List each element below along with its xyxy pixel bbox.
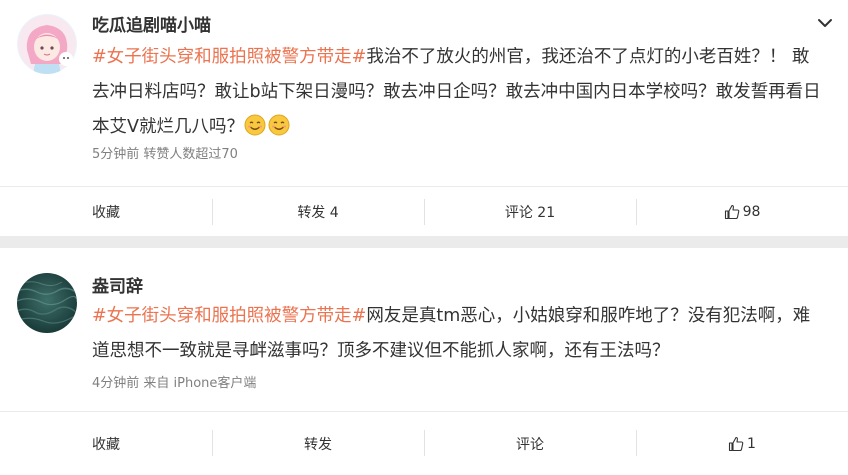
comment-button[interactable]: 评论 (424, 412, 636, 475)
post-meta: 5分钟前 转赞人数超过70 (92, 147, 238, 162)
thumbs-up-icon (728, 436, 744, 451)
like-count: 98 (742, 204, 761, 220)
post-card: 吃瓜追剧喵小喵 #女子街头穿和服拍照被警方带走#我治不了放火的州官，我还治不了点… (0, 0, 848, 236)
comment-label: 评论 21 (504, 205, 556, 221)
action-bar: 收藏 转发 4 评论 21 98 (0, 187, 848, 237)
thumbs-up-icon (724, 204, 739, 220)
post-text: #女子街头穿和服拍照被警方带走#网友是真tm恶心，小姑娘穿和服咋地了？没有犯法啊… (92, 299, 822, 369)
chevron-down-icon[interactable] (816, 14, 834, 32)
like-button[interactable]: 98 (636, 187, 848, 237)
favorite-button[interactable]: 收藏 (0, 187, 212, 237)
hashtag-link[interactable]: #女子街头穿和服拍照被警方带走# (92, 47, 366, 67)
post-meta: 4分钟前 来自 iPhone客户端 (92, 376, 257, 391)
favorite-label: 收藏 (92, 205, 120, 221)
avatar[interactable] (17, 14, 77, 74)
repost-label: 转发 (304, 436, 332, 453)
comment-label: 评论 (516, 436, 544, 453)
post-card: 盎司辞 #女子街头穿和服拍照被警方带走#网友是真tm恶心，小姑娘穿和服咋地了？没… (0, 248, 848, 475)
smile-emoji (268, 114, 290, 136)
post-text: #女子街头穿和服拍照被警方带走#我治不了放火的州官，我还治不了点灯的小老百姓？！… (92, 40, 822, 145)
favorite-button[interactable]: 收藏 (0, 412, 212, 475)
username[interactable]: 吃瓜追剧喵小喵 (92, 11, 211, 36)
hashtag-link[interactable]: #女子街头穿和服拍照被警方带走# (92, 306, 366, 326)
repost-button[interactable]: 转发 (212, 412, 424, 475)
action-bar: 收藏 转发 评论 1 (0, 412, 848, 475)
like-count: 1 (747, 435, 756, 452)
favorite-label: 收藏 (92, 436, 120, 453)
avatar[interactable] (17, 273, 77, 333)
comment-button[interactable]: 评论 21 (424, 187, 636, 237)
like-button[interactable]: 1 (636, 412, 848, 475)
smile-emoji (244, 114, 266, 136)
username[interactable]: 盎司辞 (92, 272, 143, 297)
repost-button[interactable]: 转发 4 (212, 187, 424, 237)
repost-label: 转发 4 (297, 205, 339, 221)
